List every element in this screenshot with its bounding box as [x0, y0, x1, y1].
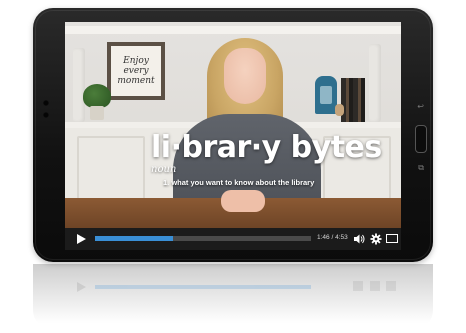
candle-holder-right — [369, 44, 381, 122]
lantern — [315, 76, 337, 114]
potted-plant — [83, 84, 111, 122]
device-reflection — [33, 264, 433, 330]
definition-text: 1. what you want to know about the libra… — [163, 178, 315, 187]
home-button[interactable] — [415, 125, 427, 153]
owl-figurine — [335, 104, 344, 116]
wall-shelf — [65, 26, 401, 34]
progress-bar[interactable] — [95, 236, 311, 241]
play-icon[interactable] — [77, 234, 86, 244]
sensor-icon — [43, 112, 49, 118]
volume-icon[interactable] — [353, 233, 365, 245]
sign-line-1: Enjoy — [123, 56, 149, 66]
sign-line-3: moment — [117, 76, 155, 86]
recent-apps-icon[interactable]: ⧉ — [418, 164, 424, 172]
presenter-hands — [221, 190, 265, 212]
progress-fill — [95, 236, 174, 241]
video-player: Enjoy every moment li·brar·y bytes noun … — [65, 22, 401, 250]
book-stack — [341, 78, 365, 122]
player-controls: 1:46 / 4:53 — [65, 228, 401, 250]
sign-line-2: every — [123, 66, 149, 76]
video-frame[interactable]: Enjoy every moment li·brar·y bytes noun … — [65, 22, 401, 228]
gear-icon[interactable] — [370, 233, 382, 245]
front-camera-icon — [43, 100, 49, 106]
back-icon[interactable]: ↩ — [417, 103, 424, 111]
presenter-face — [224, 48, 266, 104]
time-display: 1:46 / 4:53 — [317, 234, 348, 241]
fullscreen-icon[interactable] — [386, 234, 398, 243]
tablet-device: ↩ ⧉ Enjoy every moment li·brar·y bytes n… — [33, 8, 433, 262]
video-title-overlay: li·brar·y bytes — [151, 130, 382, 165]
framed-sign: Enjoy every moment — [107, 42, 165, 100]
part-of-speech: noun — [151, 164, 177, 175]
